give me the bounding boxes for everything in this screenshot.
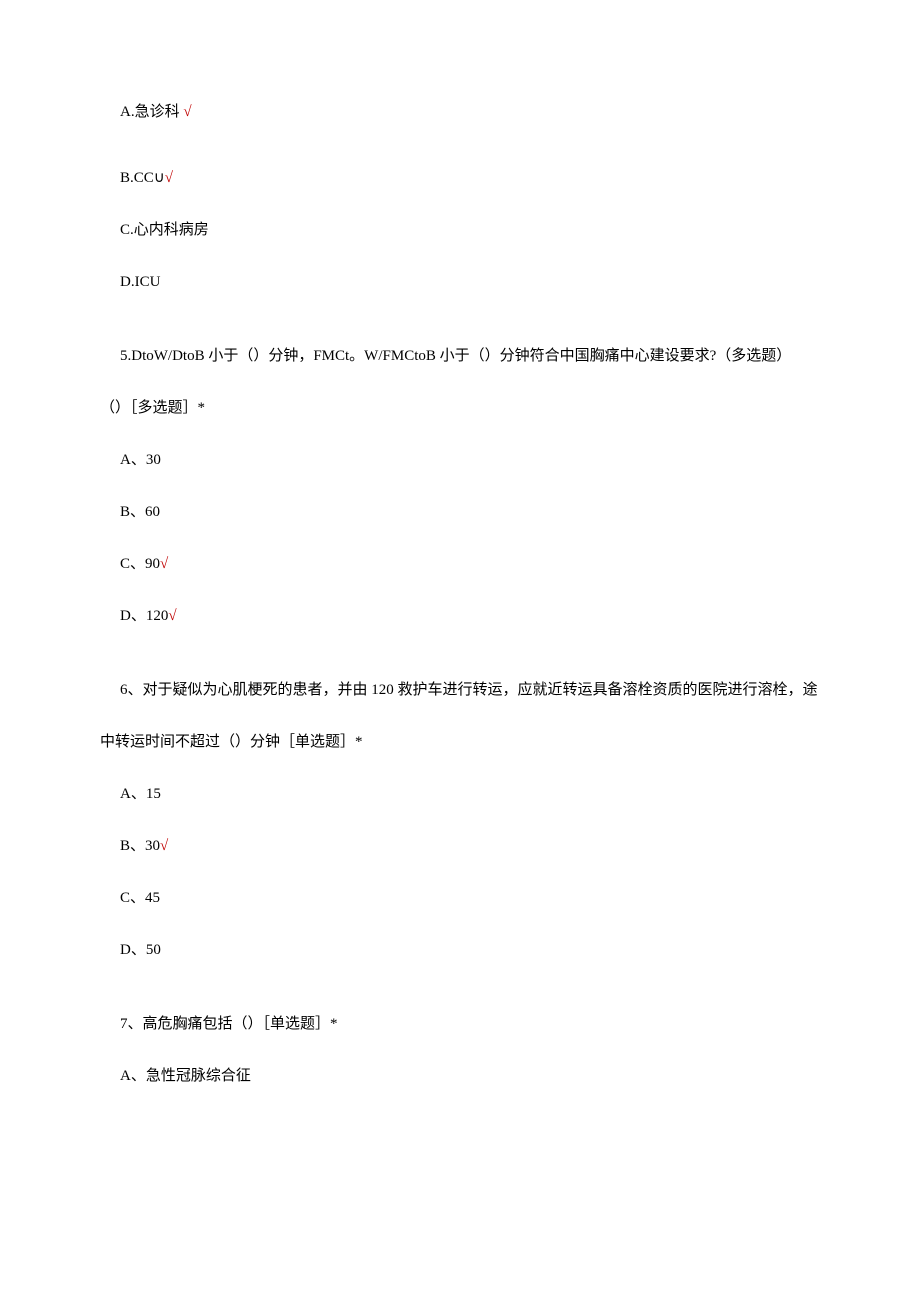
check-mark: √: [180, 104, 192, 120]
option-text: B、60: [120, 504, 160, 520]
q5-option-c: C、90√: [120, 552, 820, 576]
option-text: B.CC∪: [120, 170, 165, 186]
question-text-cont: （）［多选题］*: [100, 400, 205, 416]
q4-option-b: B.CC∪√: [120, 166, 820, 190]
question-text: 6、对于疑似为心肌梗死的患者，并由 120 救护车进行转运，应就近转运具备溶栓资…: [120, 682, 818, 698]
option-text: D.ICU: [120, 274, 160, 290]
option-text: C.心内科病房: [120, 222, 209, 238]
q6-option-a: A、15: [120, 782, 820, 806]
q6-option-d: D、50: [120, 938, 820, 962]
q5-option-a: A、30: [120, 448, 820, 472]
q5-question-cont: （）［多选题］*: [100, 396, 820, 420]
check-mark: √: [160, 838, 168, 854]
q5-option-d: D、120√: [120, 604, 820, 628]
option-text: B、30: [120, 838, 160, 854]
option-text: C、90: [120, 556, 160, 572]
q6-question-cont: 中转运时间不超过（）分钟［单选题］*: [100, 730, 820, 754]
q5-question: 5.DtoW/DtoB 小于（）分钟，FMCt。W/FMCtoB 小于（）分钟符…: [120, 344, 820, 368]
q7-question: 7、高危胸痛包括（）［单选题］*: [120, 1012, 820, 1036]
check-mark: √: [168, 608, 176, 624]
question-text-cont: 中转运时间不超过（）分钟［单选题］*: [100, 734, 363, 750]
option-text: A、30: [120, 452, 161, 468]
option-text: D、50: [120, 942, 161, 958]
option-text: C、45: [120, 890, 160, 906]
check-mark: √: [160, 556, 168, 572]
option-text: A、15: [120, 786, 161, 802]
q5-option-b: B、60: [120, 500, 820, 524]
q4-option-a: A.急诊科 √: [120, 100, 820, 124]
q4-option-c: C.心内科病房: [120, 218, 820, 242]
option-text: D、120: [120, 608, 168, 624]
question-text: 5.DtoW/DtoB 小于（）分钟，FMCt。W/FMCtoB 小于（）分钟符…: [120, 348, 791, 364]
q6-option-b: B、30√: [120, 834, 820, 858]
option-text: A、急性冠脉综合征: [120, 1068, 251, 1084]
q6-option-c: C、45: [120, 886, 820, 910]
q4-option-d: D.ICU: [120, 270, 820, 294]
question-text: 7、高危胸痛包括（）［单选题］*: [120, 1016, 338, 1032]
check-mark: √: [165, 170, 173, 186]
q6-question: 6、对于疑似为心肌梗死的患者，并由 120 救护车进行转运，应就近转运具备溶栓资…: [120, 678, 820, 702]
q7-option-a: A、急性冠脉综合征: [120, 1064, 820, 1088]
option-text: A.急诊科: [120, 104, 180, 120]
